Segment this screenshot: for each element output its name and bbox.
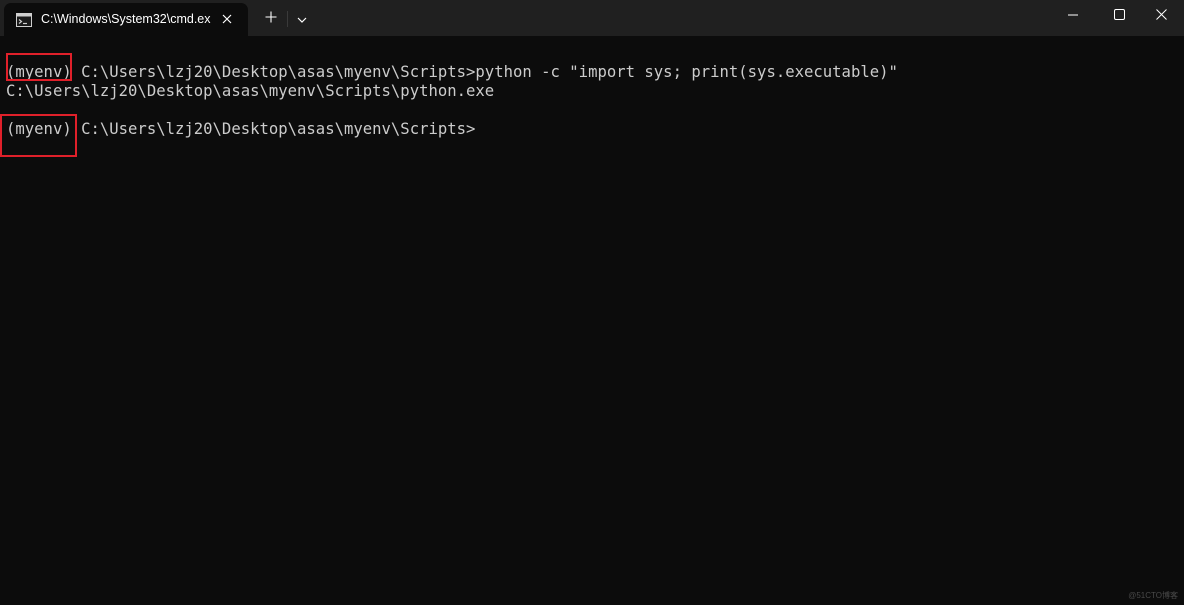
close-window-button[interactable] bbox=[1138, 0, 1184, 32]
maximize-button[interactable] bbox=[1096, 0, 1142, 32]
tab-close-button[interactable] bbox=[218, 11, 236, 29]
watermark: @51CTO博客 bbox=[1128, 591, 1178, 600]
title-bar[interactable]: C:\Windows\System32\cmd.ex bbox=[0, 0, 1184, 36]
terminal-line: (myenv) C:\Users\lzj20\Desktop\asas\myen… bbox=[6, 63, 898, 81]
chevron-down-icon bbox=[297, 10, 307, 28]
tab-separator bbox=[287, 11, 288, 27]
plus-icon bbox=[265, 10, 277, 28]
tab-title: C:\Windows\System32\cmd.ex bbox=[41, 12, 211, 26]
minimize-icon bbox=[1068, 7, 1078, 25]
close-icon bbox=[1155, 7, 1167, 25]
tab-cmd[interactable]: C:\Windows\System32\cmd.ex bbox=[4, 3, 248, 36]
annotation-highlight-box bbox=[0, 114, 77, 157]
new-tab-button[interactable] bbox=[258, 6, 284, 32]
minimize-button[interactable] bbox=[1050, 0, 1096, 32]
terminal-output[interactable]: (myenv) C:\Users\lzj20\Desktop\asas\myen… bbox=[0, 36, 1184, 605]
annotation-highlight-box bbox=[6, 53, 72, 81]
maximize-icon bbox=[1113, 7, 1125, 25]
tab-dropdown-button[interactable] bbox=[290, 6, 314, 32]
terminal-window: C:\Windows\System32\cmd.ex (myenv) C:\Us… bbox=[0, 0, 1184, 605]
close-icon bbox=[222, 11, 232, 29]
command-prompt-icon bbox=[16, 13, 32, 27]
terminal-line: C:\Users\lzj20\Desktop\asas\myenv\Script… bbox=[6, 82, 495, 100]
